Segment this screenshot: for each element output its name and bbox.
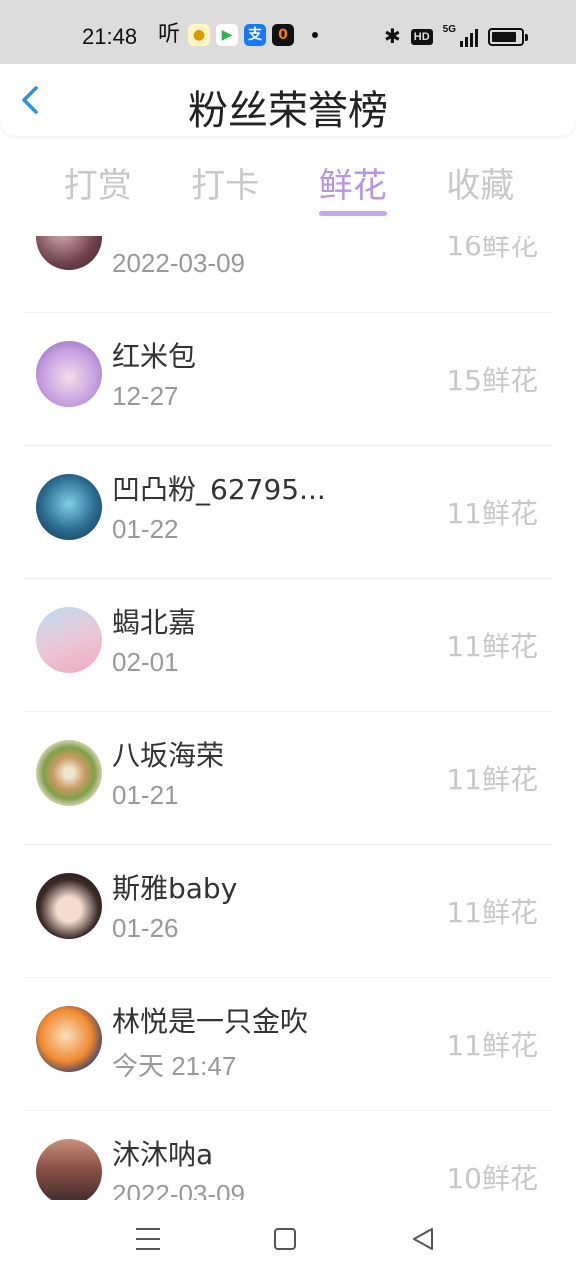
network-type-label: 5G bbox=[442, 24, 456, 35]
list-item[interactable]: 红米包 12-27 15鲜花 bbox=[0, 313, 576, 446]
fan-name: 沐沐呐a bbox=[112, 1138, 214, 1171]
flower-count: 11鲜花 bbox=[446, 630, 538, 663]
status-system-icons: ✱ HD 5G bbox=[384, 24, 528, 49]
signal-icon bbox=[460, 27, 478, 47]
bluetooth-icon: ✱ bbox=[384, 26, 401, 48]
tab-checkin[interactable]: 打卡 bbox=[162, 148, 290, 218]
nav-back-button[interactable] bbox=[410, 1226, 436, 1252]
tab-favorites[interactable]: 收藏 bbox=[417, 148, 545, 218]
fan-date: 2022-03-09 bbox=[112, 1179, 245, 1200]
fan-date: 2022-03-09 bbox=[112, 248, 245, 278]
fan-name: 斯雅baby bbox=[112, 872, 238, 905]
list-item[interactable]: 林悦是一只金吹 今天 21:47 11鲜花 bbox=[0, 978, 576, 1111]
fan-date: 01-22 bbox=[112, 514, 179, 544]
fan-name: 林悦是一只金吹 bbox=[112, 1005, 309, 1038]
tab-flowers[interactable]: 鲜花 bbox=[289, 148, 417, 218]
menu-icon bbox=[136, 1228, 160, 1230]
flower-count: 11鲜花 bbox=[446, 1029, 538, 1062]
fan-date: 01-21 bbox=[112, 780, 179, 810]
avatar bbox=[36, 740, 102, 806]
status-bar: 21:48 听 ● ▶ 支 0 ✱ HD 5G bbox=[0, 0, 576, 64]
fan-ranking-list[interactable]: 2022-03-09 16鲜花 红米包 12-27 15鲜花 凹凸粉_62795… bbox=[0, 236, 576, 1200]
fan-date: 12-27 bbox=[112, 381, 179, 411]
fan-name: 凹凸粉_62795... bbox=[112, 473, 326, 506]
tab-bar: 打赏 打卡 鲜花 收藏 bbox=[34, 148, 544, 218]
flower-count: 11鲜花 bbox=[446, 497, 538, 530]
menu-button[interactable] bbox=[136, 1228, 160, 1250]
orange-app-icon: 0 bbox=[272, 24, 294, 46]
avatar bbox=[36, 341, 102, 407]
list-item[interactable]: 沐沐呐a 2022-03-09 10鲜花 bbox=[0, 1111, 576, 1200]
alipay-icon: 支 bbox=[244, 24, 266, 46]
flower-count: 11鲜花 bbox=[446, 763, 538, 796]
listen-app-icon: 听 bbox=[157, 22, 180, 47]
bird-app-icon: ● bbox=[188, 24, 210, 46]
list-item[interactable]: 八坂海荣 01-21 11鲜花 bbox=[0, 712, 576, 845]
fan-name: 蝎北嘉 bbox=[112, 606, 197, 639]
avatar bbox=[36, 236, 102, 270]
hd-icon: HD bbox=[410, 28, 433, 45]
list-item[interactable]: 蝎北嘉 02-01 11鲜花 bbox=[0, 579, 576, 712]
tab-tip[interactable]: 打赏 bbox=[34, 148, 162, 218]
home-button[interactable] bbox=[274, 1228, 296, 1250]
status-app-icons: 听 ● ▶ 支 0 bbox=[156, 24, 318, 46]
flower-count: 11鲜花 bbox=[446, 896, 538, 929]
status-time: 21:48 bbox=[82, 24, 138, 49]
list-item[interactable]: 2022-03-09 16鲜花 bbox=[0, 236, 576, 313]
fan-name: 八坂海荣 bbox=[112, 739, 225, 772]
list-item[interactable]: 凹凸粉_62795... 01-22 11鲜花 bbox=[0, 446, 576, 579]
system-navigation-bar bbox=[0, 1200, 576, 1280]
flower-count: 15鲜花 bbox=[446, 364, 538, 397]
avatar bbox=[36, 873, 102, 939]
avatar bbox=[36, 1006, 102, 1072]
battery-icon bbox=[488, 27, 528, 46]
flower-count: 16鲜花 bbox=[446, 236, 538, 262]
avatar bbox=[36, 474, 102, 540]
list-item[interactable]: 斯雅baby 01-26 11鲜花 bbox=[0, 845, 576, 978]
top-app-bar: 粉丝荣誉榜 bbox=[0, 64, 576, 136]
avatar bbox=[36, 607, 102, 673]
notification-dot-icon bbox=[312, 32, 318, 38]
fan-name: 红米包 bbox=[112, 340, 197, 373]
avatar bbox=[36, 1139, 102, 1200]
triangle-back-icon bbox=[413, 1228, 433, 1250]
flower-count: 10鲜花 bbox=[446, 1162, 538, 1195]
fan-date: 今天 21:47 bbox=[112, 1051, 237, 1081]
fan-date: 01-26 bbox=[112, 913, 179, 943]
play-app-icon: ▶ bbox=[216, 24, 238, 46]
fan-date: 02-01 bbox=[112, 647, 179, 677]
page-title: 粉丝荣誉榜 bbox=[188, 88, 388, 134]
